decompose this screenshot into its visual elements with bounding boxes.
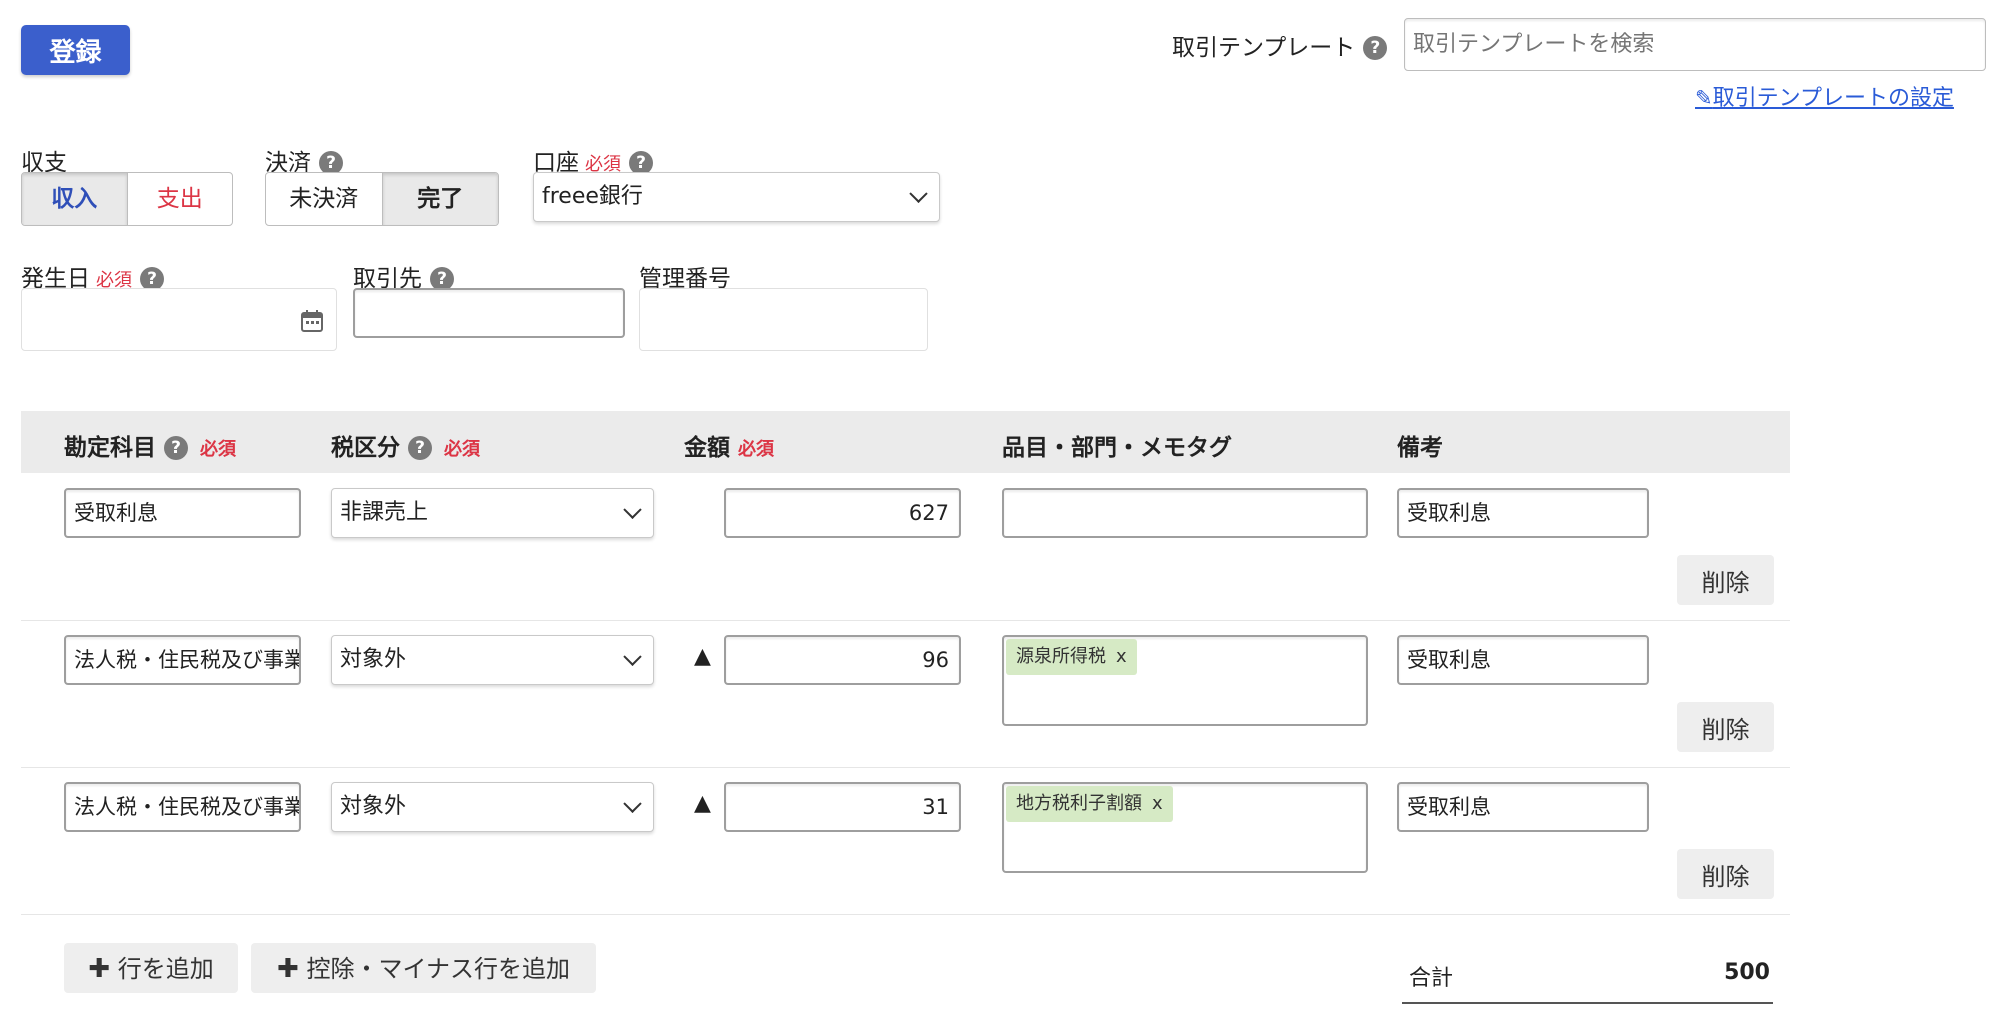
tag-input[interactable]: 源泉所得税 x [1002,635,1368,726]
chevron-down-icon [623,794,642,813]
total-value: 500 [1724,960,1770,985]
delete-row-button[interactable]: 削除 [1677,555,1774,605]
tax-select-value: 対象外 [340,647,407,672]
amount-input[interactable]: 96 [724,635,961,685]
account-item-input[interactable]: 法人税・住民税及び事業税 [64,782,301,832]
tag-chip: 源泉所得税 x [1006,639,1137,675]
register-button[interactable]: 登録 [21,25,130,75]
template-label-text: 取引テンプレート [1172,35,1356,61]
header-account-item-text: 勘定科目 [64,435,156,461]
amount-input[interactable]: 31 [724,782,961,832]
delete-row-button[interactable]: 削除 [1677,702,1774,752]
row-divider [21,767,1790,768]
row-divider [21,914,1790,915]
tag-chip-label: 地方税利子割額 [1016,793,1142,814]
required-badge: 必須 [444,439,480,460]
total-underline [1402,1002,1773,1004]
tax-select-value: 非課売上 [340,500,429,525]
row-divider [21,620,1790,621]
help-icon[interactable]: ? [164,436,188,460]
remarks-input[interactable]: 受取利息 [1397,635,1649,685]
account-item-input[interactable]: 法人税・住民税及び事業税 [64,635,301,685]
account-select[interactable]: freee銀行 [533,172,940,222]
remarks-value: 受取利息 [1407,501,1491,525]
total-label: 合計 [1409,966,1454,991]
tax-select[interactable]: 非課売上 [331,488,654,538]
unsettled-button[interactable]: 未決済 [266,173,382,225]
chevron-down-icon [623,500,642,519]
remarks-value: 受取利息 [1407,648,1491,672]
amount-value: 96 [922,648,949,672]
plus-icon: ✚ [277,954,299,984]
account-item-value: 受取利息 [74,501,158,525]
chevron-down-icon [909,184,928,203]
required-badge: 必須 [738,439,774,460]
tax-select[interactable]: 対象外 [331,782,654,832]
template-label: 取引テンプレート? [1172,28,1388,62]
required-badge: 必須 [200,439,236,460]
tag-input[interactable] [1002,488,1368,538]
add-deduction-row-label: 控除・マイナス行を追加 [306,955,570,983]
minus-icon: ▲ [694,791,711,816]
partner-input[interactable] [353,288,625,338]
expense-button[interactable]: 支出 [126,173,233,225]
date-input[interactable] [21,288,337,351]
help-icon[interactable]: ? [1363,36,1388,60]
add-deduction-row-button[interactable]: ✚ 控除・マイナス行を追加 [251,943,596,993]
tax-select[interactable]: 対象外 [331,635,654,685]
settlement-toggle: 未決済 完了 [265,172,499,226]
ref-number-input[interactable] [639,288,928,351]
income-button[interactable]: 収入 [22,173,127,225]
calendar-icon[interactable] [300,309,324,333]
add-row-button[interactable]: ✚ 行を追加 [64,943,238,993]
header-account-item: 勘定科目? 必須 [64,428,236,462]
header-amount: 金額 必須 [684,428,774,462]
account-item-value: 法人税・住民税及び事業税 [74,795,301,819]
remarks-value: 受取利息 [1407,795,1491,819]
income-expense-toggle: 収入 支出 [21,172,233,226]
tag-remove-icon[interactable]: x [1116,646,1127,667]
header-remarks: 備考 [1397,435,1443,461]
help-icon[interactable]: ? [408,436,432,460]
remarks-input[interactable]: 受取利息 [1397,488,1649,538]
header-tags: 品目・部門・メモタグ [1002,435,1232,461]
add-row-label: 行を追加 [117,955,214,983]
header-tax-text: 税区分 [331,435,400,461]
template-settings-text: 取引テンプレートの設定 [1712,86,1954,111]
header-amount-text: 金額 [684,435,730,461]
tag-chip-label: 源泉所得税 [1016,646,1106,667]
minus-icon: ▲ [694,644,711,669]
edit-icon: ✎ [1695,86,1713,110]
tax-select-value: 対象外 [340,794,407,819]
tag-chip: 地方税利子割額 x [1006,786,1173,822]
plus-icon: ✚ [88,954,111,984]
tag-input[interactable]: 地方税利子割額 x [1002,782,1368,873]
chevron-down-icon [623,647,642,666]
amount-input[interactable]: 627 [724,488,961,538]
completed-button[interactable]: 完了 [381,173,498,225]
account-select-value: freee銀行 [542,184,643,209]
account-item-value: 法人税・住民税及び事業税 [74,648,301,672]
remarks-input[interactable]: 受取利息 [1397,782,1649,832]
tag-remove-icon[interactable]: x [1152,793,1163,814]
table-header [21,411,1790,473]
template-settings-link[interactable]: ✎取引テンプレートの設定 [1695,80,1954,112]
amount-value: 31 [922,795,949,819]
account-item-input[interactable]: 受取利息 [64,488,301,538]
amount-value: 627 [908,501,949,525]
header-tax: 税区分? 必須 [331,428,480,462]
template-search-input[interactable] [1404,18,1986,71]
delete-row-button[interactable]: 削除 [1677,849,1774,899]
